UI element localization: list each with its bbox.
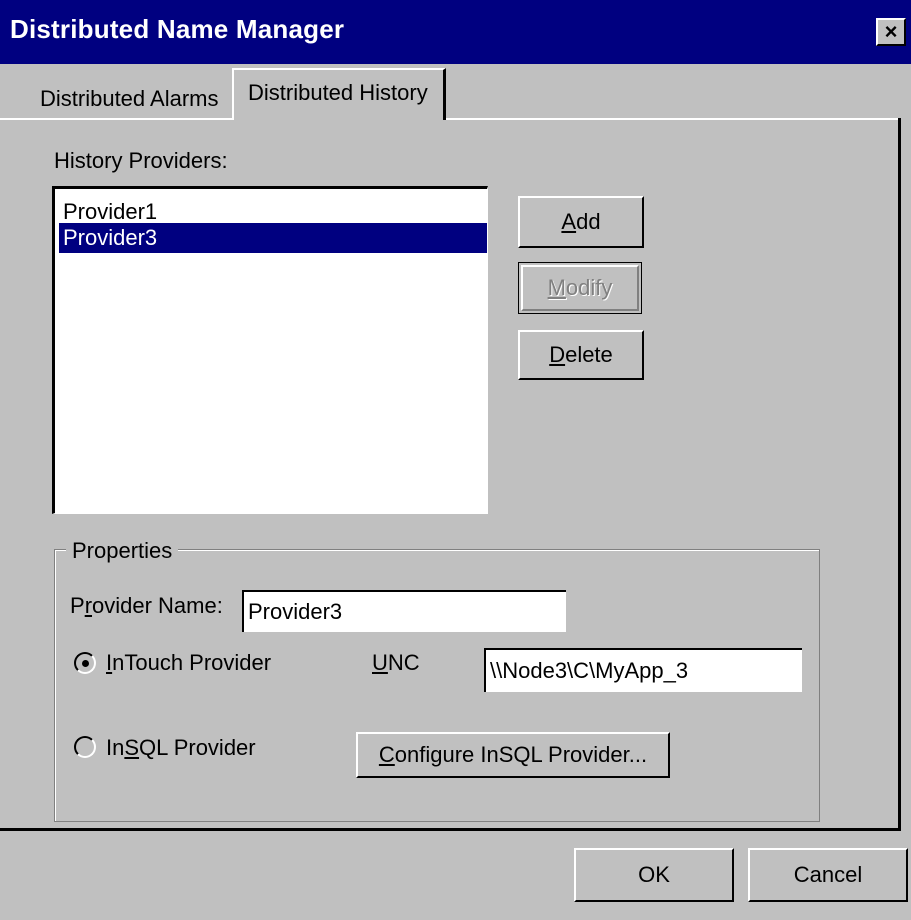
list-item-label: Provider1 [63,199,158,224]
label-part: NC [387,650,420,675]
access-key: r [84,593,93,618]
tab-label: Distributed Alarms [40,86,219,111]
radio-dot-icon [82,660,89,667]
delete-label: elete [565,342,613,367]
unc-field[interactable]: \\Node3\C\MyApp_3 [484,648,802,692]
label-part: P [70,593,85,618]
ok-button[interactable]: OK [574,848,734,902]
provider-name-field[interactable]: Provider3 [242,590,566,632]
label-part: In [106,735,125,760]
button-label: OK [638,862,670,887]
label-part: QL Provider [139,735,256,760]
label-part: ovider Name: [92,593,223,618]
window-title: Distributed Name Manager [10,14,345,44]
provider-name-label: Provider Name: [70,593,223,619]
modify-focus-frame [521,265,639,311]
add-label: dd [576,209,601,234]
unc-label: UNC [372,650,420,676]
field-value: \\Node3\C\MyApp_3 [490,658,689,683]
panel-bottom-border [0,828,901,831]
modify-button[interactable]: Modify [518,262,642,314]
access-key: C [378,742,395,767]
field-value: Provider3 [248,599,343,624]
add-access-key: A [561,209,577,234]
tab-distributed-history-label[interactable]: Distributed History [248,80,428,106]
panel-top-border-right [446,118,900,120]
history-providers-label: History Providers: [54,148,228,173]
insql-provider-label[interactable]: InSQL Provider [106,735,256,761]
providers-listbox[interactable]: Provider1 Provider3 [52,186,488,514]
configure-insql-provider-button[interactable]: Configure InSQL Provider... [356,732,670,778]
list-item-selected[interactable]: Provider3 [59,223,487,253]
intouch-provider-label[interactable]: InTouch Provider [106,650,271,676]
button-label: onfigure InSQL Provider... [394,742,648,767]
delete-button[interactable]: Delete [518,330,644,380]
intouch-provider-radio[interactable] [74,652,96,674]
list-item-label: Provider3 [63,225,158,250]
insql-provider-radio[interactable] [74,736,96,758]
button-label: Cancel [793,862,863,887]
panel-right-border [898,118,901,830]
label-part: nTouch Provider [112,650,272,675]
delete-access-key: D [549,342,566,367]
cancel-button[interactable]: Cancel [748,848,908,902]
properties-group-title: Properties [66,538,179,564]
close-button[interactable]: × [876,18,906,46]
access-key: U [372,650,388,675]
tab-distributed-alarms[interactable]: Distributed Alarms [40,86,219,112]
access-key: S [124,735,140,760]
tab-label: Distributed History [248,80,428,105]
close-icon: × [884,19,898,44]
add-button[interactable]: Add [518,196,644,248]
panel-top-border-left [0,118,232,120]
